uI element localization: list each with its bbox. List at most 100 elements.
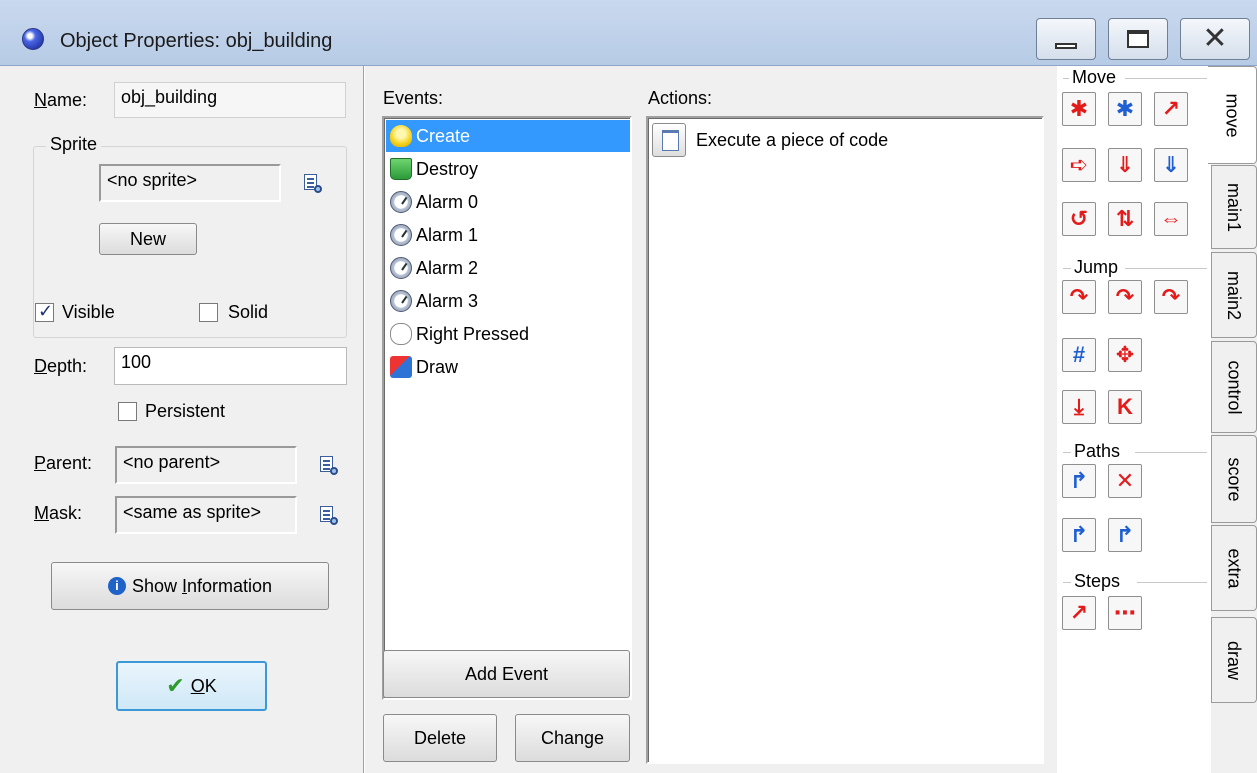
ok-button[interactable]: ✔ OK xyxy=(116,661,267,711)
event-item-alarm-0[interactable]: Alarm 0 xyxy=(386,186,630,218)
depth-field[interactable]: 100 xyxy=(114,347,347,385)
move-fixed-icon[interactable]: ✱ xyxy=(1062,92,1096,126)
sprite-group-label: Sprite xyxy=(46,134,102,155)
maximize-button[interactable] xyxy=(1108,18,1168,60)
align-grid-icon[interactable]: # xyxy=(1062,338,1096,372)
actions-list[interactable]: Execute a piece of code xyxy=(646,116,1044,764)
tab-label: main2 xyxy=(1224,270,1245,320)
tab-label: draw xyxy=(1224,640,1245,680)
event-item-create[interactable]: Create xyxy=(386,120,630,152)
persistent-checkbox[interactable] xyxy=(118,402,137,421)
tab-label: main1 xyxy=(1224,182,1245,232)
event-label: Alarm 3 xyxy=(416,290,479,311)
mask-field[interactable]: <same as sprite> xyxy=(115,496,297,534)
persistent-label: Persistent xyxy=(145,401,226,421)
app-icon xyxy=(22,28,44,50)
event-label: Draw xyxy=(416,356,459,377)
jump-random-icon[interactable]: ↷ xyxy=(1154,280,1188,314)
section-move: Move xyxy=(1072,67,1117,87)
event-item-alarm-1[interactable]: Alarm 1 xyxy=(386,219,630,251)
action-label: Execute a piece of code xyxy=(696,129,889,150)
clock-icon xyxy=(390,224,412,246)
add-event-button[interactable]: Add Event xyxy=(383,650,630,698)
mask-browse-icon[interactable] xyxy=(318,505,338,525)
visible-checkbox[interactable] xyxy=(35,301,54,322)
name-label: Name: xyxy=(34,90,88,110)
tab-control[interactable]: control xyxy=(1211,341,1257,433)
solid-checkbox[interactable] xyxy=(199,303,218,322)
tab-score[interactable]: score xyxy=(1211,435,1257,523)
tab-label: control xyxy=(1224,359,1245,415)
jump-to-position-icon[interactable]: ↷ xyxy=(1062,280,1096,314)
sprite-browse-icon[interactable] xyxy=(302,173,322,193)
tab-main1[interactable]: main1 xyxy=(1211,165,1257,249)
gravity-icon[interactable]: ⇓ xyxy=(1154,148,1188,182)
vertical-speed-icon[interactable]: ⇓ xyxy=(1108,148,1142,182)
dialog-body: Name: obj_building Sprite <no sprite> Ne… xyxy=(0,66,1257,773)
tab-main2[interactable]: main2 xyxy=(1211,252,1257,338)
close-button[interactable]: ✕ xyxy=(1180,18,1250,60)
mask-label: Mask: xyxy=(34,503,83,523)
parent-browse-icon[interactable] xyxy=(318,455,338,475)
events-list[interactable]: Create Destroy Alarm 0 Alarm 1 Alarm 2 A… xyxy=(382,116,632,700)
event-item-alarm-3[interactable]: Alarm 3 xyxy=(386,285,630,317)
path-speed-icon[interactable]: ↱ xyxy=(1108,518,1142,552)
event-label: Alarm 0 xyxy=(416,191,479,212)
horizontal-speed-icon[interactable]: ➪ xyxy=(1062,148,1096,182)
show-information-label: Show Information xyxy=(131,575,273,596)
section-steps: Steps xyxy=(1074,571,1121,591)
event-label: Alarm 2 xyxy=(416,257,479,278)
jump-to-start-icon[interactable]: ↷ xyxy=(1108,280,1142,314)
visible-label: Visible xyxy=(62,302,115,322)
action-item-execute-code[interactable]: Execute a piece of code xyxy=(652,123,888,157)
end-path-icon[interactable]: ✕ xyxy=(1108,464,1142,498)
action-palette: Move ✱ ✱ ↗ ➪ ⇓ ⇓ ↺ ⇅ ⇔ Jump ↷ ↷ ↷ # ✥ ⤓ … xyxy=(1057,66,1211,773)
minimize-icon xyxy=(1055,43,1077,49)
path-position-icon[interactable]: ↱ xyxy=(1062,518,1096,552)
section-jump: Jump xyxy=(1074,257,1119,277)
info-icon: i xyxy=(107,577,126,595)
event-item-alarm-2[interactable]: Alarm 2 xyxy=(386,252,630,284)
step-towards-icon[interactable]: ↗ xyxy=(1062,596,1096,630)
move-to-contact-icon[interactable]: ⤓ xyxy=(1062,390,1096,424)
event-item-draw[interactable]: Draw xyxy=(386,351,630,383)
code-page-icon xyxy=(652,123,686,157)
title-bar: Object Properties: obj_building ✕ xyxy=(0,0,1257,66)
panel-divider xyxy=(363,66,365,773)
clock-icon xyxy=(390,191,412,213)
minimize-button[interactable] xyxy=(1036,18,1096,60)
friction-icon[interactable]: ⇔ xyxy=(1154,202,1188,236)
event-item-right-pressed[interactable]: Right Pressed xyxy=(386,318,630,350)
reverse-horizontal-icon[interactable]: ↺ xyxy=(1062,202,1096,236)
ok-label: OK xyxy=(190,675,217,696)
step-avoiding-icon[interactable]: ⋯ xyxy=(1108,596,1142,630)
new-sprite-button[interactable]: New xyxy=(99,223,197,255)
delete-event-button[interactable]: Delete xyxy=(383,714,497,762)
name-field[interactable]: obj_building xyxy=(114,82,346,118)
event-item-destroy[interactable]: Destroy xyxy=(386,153,630,185)
change-event-button[interactable]: Change xyxy=(515,714,630,762)
tab-draw[interactable]: draw xyxy=(1211,617,1257,703)
event-label: Alarm 1 xyxy=(416,224,479,245)
checkmark-icon: ✔ xyxy=(166,673,185,698)
bulb-icon xyxy=(390,125,412,147)
sprite-field[interactable]: <no sprite> xyxy=(99,164,281,202)
wrap-screen-icon[interactable]: ✥ xyxy=(1108,338,1142,372)
event-label: Right Pressed xyxy=(416,323,530,344)
move-free-icon[interactable]: ✱ xyxy=(1108,92,1142,126)
show-information-button[interactable]: i Show Information xyxy=(51,562,329,610)
bounce-icon[interactable]: K xyxy=(1108,390,1142,424)
depth-label: Depth: xyxy=(34,356,88,376)
reverse-vertical-icon[interactable]: ⇅ xyxy=(1108,202,1142,236)
events-label: Events: xyxy=(383,88,444,108)
actions-label: Actions: xyxy=(648,88,713,108)
parent-field[interactable]: <no parent> xyxy=(115,446,297,484)
tab-label: score xyxy=(1224,456,1245,502)
tab-extra[interactable]: extra xyxy=(1211,525,1257,611)
set-path-icon[interactable]: ↱ xyxy=(1062,464,1096,498)
section-paths: Paths xyxy=(1074,441,1121,461)
tab-move[interactable]: move xyxy=(1208,66,1257,164)
parent-label: Parent: xyxy=(34,453,93,473)
solid-label: Solid xyxy=(228,302,269,322)
move-towards-icon[interactable]: ↗ xyxy=(1154,92,1188,126)
